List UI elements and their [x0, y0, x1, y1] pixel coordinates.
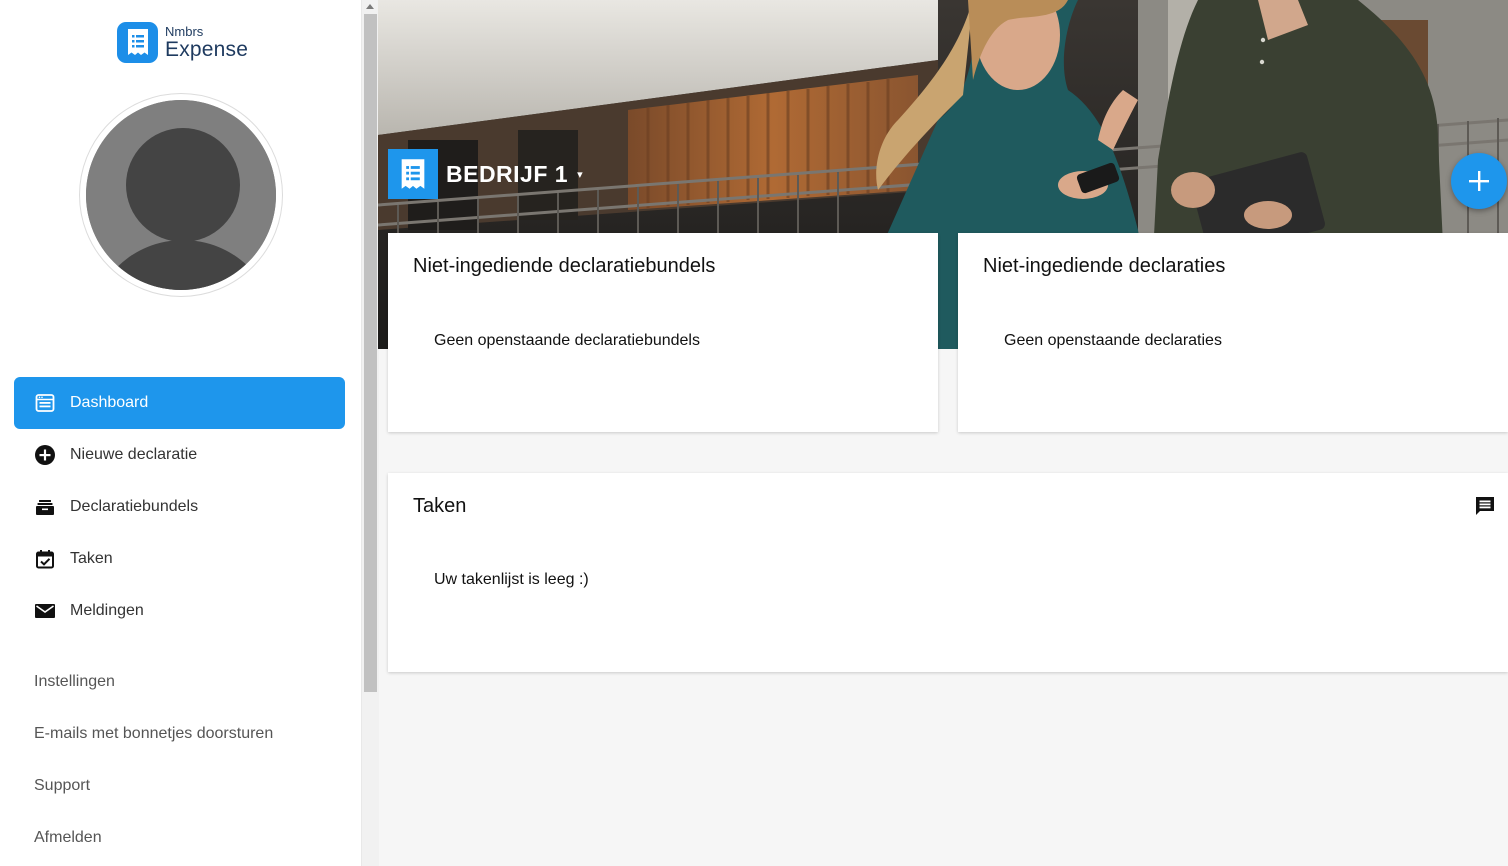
nav-item-support[interactable]: Support [34, 760, 344, 812]
card-unsubmitted-bundles: Niet-ingediende declaratiebundels Geen o… [388, 233, 938, 432]
nav-item-bundles[interactable]: Declaratiebundels [14, 481, 345, 533]
card-empty-message: Geen openstaande declaraties [1004, 332, 1222, 349]
card-title: Niet-ingediende declaratiebundels [413, 255, 716, 277]
add-button[interactable] [1451, 153, 1507, 209]
scroll-thumb[interactable] [364, 14, 377, 692]
nav-item-notifications[interactable]: Meldingen [14, 585, 345, 637]
nav-label: Declaratiebundels [70, 498, 199, 515]
logo-brand-name: Expense [165, 37, 249, 61]
app-logo[interactable]: Nmbrs Expense [117, 21, 248, 63]
sidebar-scrollbar[interactable] [361, 0, 379, 866]
receipt-icon [388, 149, 438, 199]
card-empty-message: Geen openstaande declaratiebundels [434, 332, 700, 349]
nav-item-tasks[interactable]: Taken [14, 533, 345, 585]
plus-icon [1469, 171, 1489, 191]
secondary-nav: Instellingen E-mails met bonnetjes doors… [34, 656, 344, 864]
company-selector[interactable]: BEDRIJF 1 ▾ [388, 149, 583, 199]
nav-label: Taken [70, 550, 113, 567]
sidebar: Nmbrs Expense Dashboard Nieuwe declarati… [0, 0, 361, 866]
dashboard-icon [34, 392, 56, 414]
dropdown-caret-icon: ▾ [577, 168, 583, 181]
card-title: Niet-ingediende declaraties [983, 255, 1226, 277]
bundle-icon [34, 496, 56, 518]
company-name: BEDRIJF 1 [446, 160, 569, 187]
add-circle-icon [34, 444, 56, 466]
receipt-logo-icon [117, 21, 158, 63]
calendar-check-icon [34, 548, 56, 570]
main-nav: Dashboard Nieuwe declaratie Declaratiebu… [14, 377, 345, 637]
nav-label: Nieuwe declaratie [70, 446, 198, 463]
avatar[interactable] [79, 93, 283, 297]
mail-icon [34, 600, 56, 622]
nav-item-settings[interactable]: Instellingen [34, 656, 344, 708]
card-empty-message: Uw takenlijst is leeg :) [434, 571, 589, 588]
nav-item-email-forwarding[interactable]: E-mails met bonnetjes doorsturen [34, 708, 344, 760]
card-tasks: Taken Uw takenlijst is leeg :) [388, 473, 1508, 672]
nav-label: Meldingen [70, 602, 144, 619]
comment-icon[interactable] [1474, 495, 1496, 517]
main-content: BEDRIJF 1 ▾ Niet-ingediende declaratiebu… [378, 0, 1508, 866]
card-title: Taken [413, 495, 467, 517]
scroll-up-arrow-icon[interactable] [366, 4, 374, 9]
nav-item-dashboard[interactable]: Dashboard [14, 377, 345, 429]
nav-item-new-declaration[interactable]: Nieuwe declaratie [14, 429, 345, 481]
nav-label: Dashboard [70, 394, 149, 411]
user-silhouette-icon [86, 100, 276, 290]
card-unsubmitted-declarations: Niet-ingediende declaraties Geen opensta… [958, 233, 1508, 432]
logo-brand-small: Nmbrs [165, 23, 204, 39]
nav-item-logout[interactable]: Afmelden [34, 812, 344, 864]
